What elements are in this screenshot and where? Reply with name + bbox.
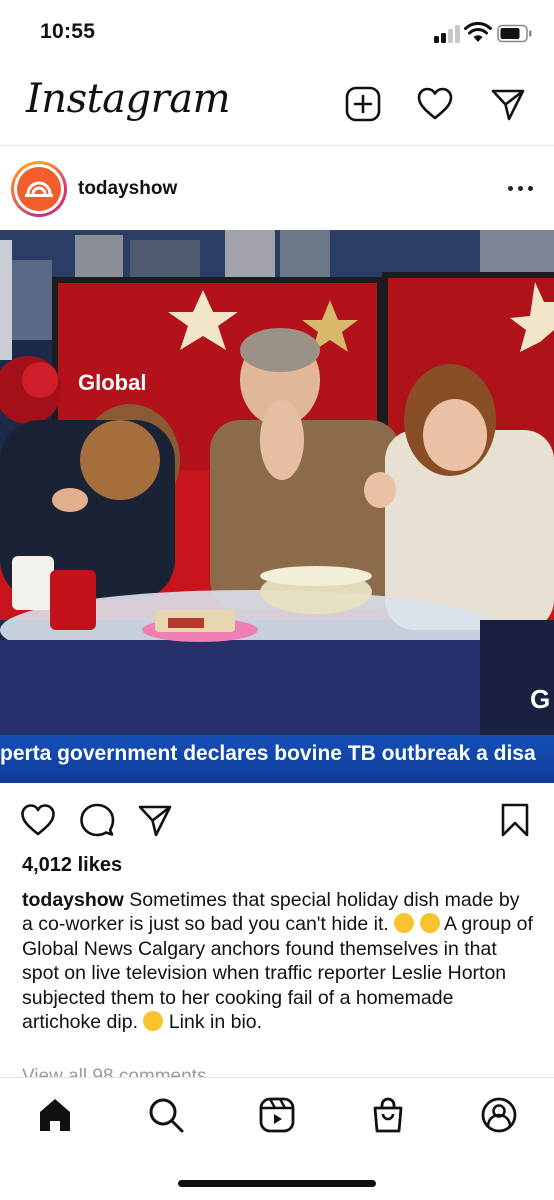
avatar[interactable] (11, 161, 67, 217)
station-logo: Global (78, 370, 147, 395)
comment-icon[interactable] (79, 802, 115, 838)
rofl-emoji-icon (419, 913, 440, 934)
home-indicator[interactable] (178, 1180, 376, 1187)
battery-icon (497, 24, 532, 43)
caption-username[interactable]: todayshow (22, 889, 124, 911)
status-bar: 10:55 (0, 0, 554, 66)
app-header: Instagram (0, 66, 554, 146)
search-icon[interactable] (146, 1095, 186, 1135)
direct-message-icon[interactable] (489, 85, 527, 123)
more-options-icon[interactable] (506, 185, 536, 193)
status-time: 10:55 (40, 20, 96, 43)
reels-icon[interactable] (257, 1095, 297, 1135)
post-username[interactable]: todayshow (78, 178, 177, 200)
instagram-logo[interactable]: Instagram (26, 76, 231, 122)
today-show-logo-icon (17, 167, 61, 211)
share-icon[interactable] (137, 802, 173, 838)
cellular-signal-icon (434, 25, 462, 43)
heart-icon[interactable] (20, 802, 56, 838)
wifi-icon (464, 22, 492, 42)
flushed-emoji-icon (143, 1011, 164, 1032)
home-icon[interactable] (35, 1095, 75, 1135)
joy-emoji-icon (394, 913, 415, 934)
post-header: todayshow (0, 147, 554, 231)
view-all-comments-link[interactable]: View all 98 comments (22, 1064, 322, 1078)
profile-icon[interactable] (479, 1095, 519, 1135)
post-image[interactable]: Global G perta government declares bovin… (0, 230, 554, 783)
likes-count[interactable]: 4,012 likes (22, 854, 122, 877)
heart-icon[interactable] (416, 85, 454, 123)
ticker-text: perta government declares bovine TB outb… (0, 742, 536, 765)
new-post-icon[interactable] (344, 85, 382, 123)
bookmark-icon[interactable] (497, 802, 533, 838)
news-ticker: perta government declares bovine TB outb… (0, 735, 554, 783)
tv-studio-scene (0, 230, 554, 740)
caption-text-3: Link in bio. (163, 1011, 263, 1034)
post-actions (0, 796, 554, 842)
shop-icon[interactable] (368, 1095, 408, 1135)
station-corner-letter: G (530, 684, 551, 714)
post-caption: todayshow Sometimes that special holiday… (22, 888, 534, 1034)
